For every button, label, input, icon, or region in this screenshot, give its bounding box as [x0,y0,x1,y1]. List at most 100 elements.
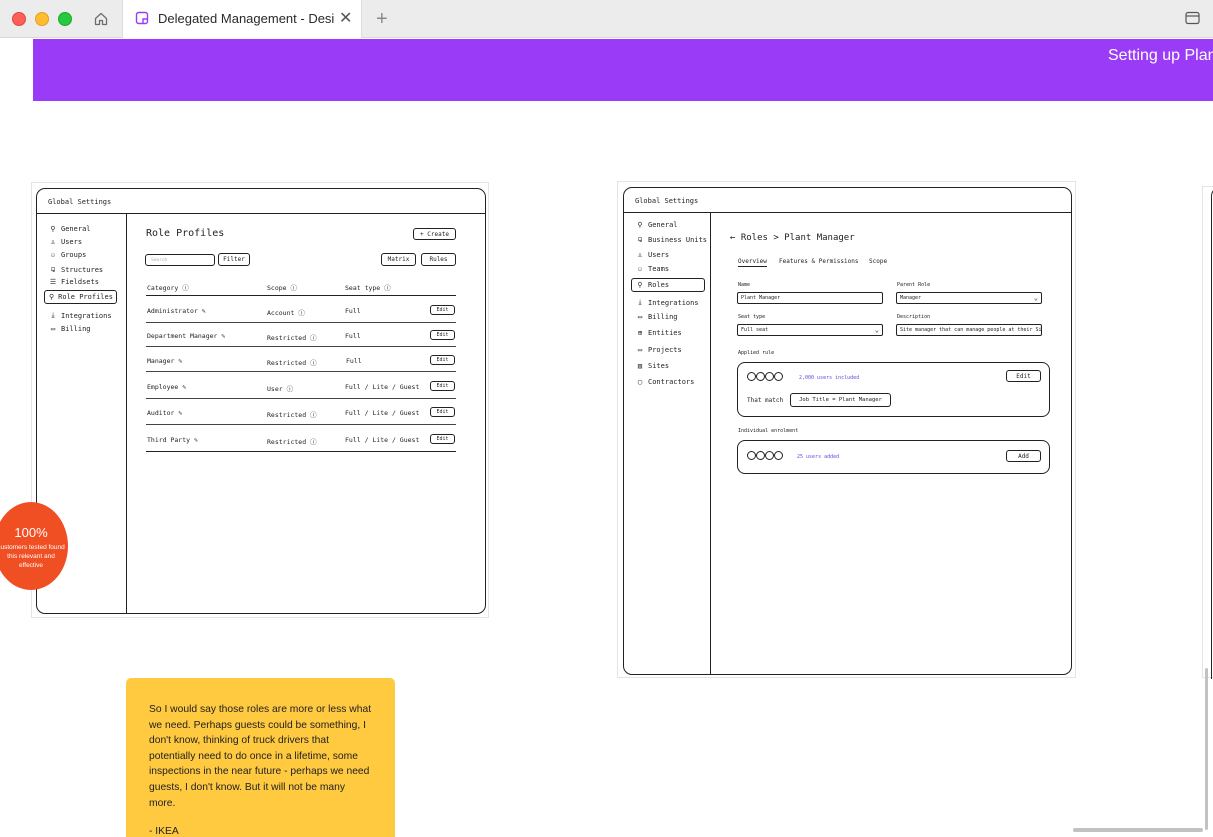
avatar [765,372,774,381]
parent-role-select[interactable]: Manager ⌄ [896,292,1042,304]
nav-contractors[interactable]: ▢ Contractors [636,378,694,386]
nav-fieldsets[interactable]: ☰ Fieldsets [49,278,99,286]
seat-type-select[interactable]: Full seat ⌄ [737,324,883,336]
pencil-icon[interactable]: ✎ [221,332,225,340]
info-icon: ⓘ [286,385,294,393]
nav-integrations[interactable]: ⤓ Integrations [636,298,698,307]
column-category: Category ⓘ [147,282,189,292]
nav-general[interactable]: ⚲ General [49,225,90,233]
description-field[interactable]: Site manager that can manage people at t… [896,324,1042,336]
pencil-icon[interactable]: ✎ [202,307,206,315]
tab-scope[interactable]: Scope [869,258,887,265]
row-scope: User ⓘ [267,383,293,393]
row-category: Manager ✎ [147,357,182,365]
edit-button[interactable]: Edit [430,305,455,315]
vertical-scrollbar[interactable] [1205,668,1208,830]
nav-business-units[interactable]: ⚼ Business Units [636,235,707,244]
individual-users-count[interactable]: 25 users added [797,454,839,460]
browser-tab[interactable]: Delegated Management - Design ✕ [122,0,362,38]
nav-sites[interactable]: ▥ Sites [636,362,669,370]
row-divider [146,424,456,425]
tab-overview[interactable]: Overview [738,258,767,267]
maximize-window-button[interactable] [58,12,72,26]
pencil-icon[interactable]: ✎ [178,409,182,417]
individual-enrolment-label: Individual enrolment [738,428,799,434]
nav-integrations[interactable]: ⤓ Integrations [49,311,111,320]
add-users-button[interactable]: Add [1006,450,1041,462]
nav-roles[interactable]: ⚲ Roles [631,278,705,292]
nav-groups[interactable]: ⚇ Groups [49,251,86,259]
sidebar-toggle-icon[interactable] [1185,11,1200,30]
edit-rule-button[interactable]: Edit [1006,370,1041,382]
nav-label: Sites [648,362,670,370]
search-icon: ⚲ [49,293,55,301]
info-icon: ⓘ [310,411,317,419]
horizontal-scrollbar[interactable] [1073,828,1203,832]
role-profiles-frame[interactable]: Global Settings ⚲ General ♙ Users ⚇ Groups … [31,182,489,618]
search-input[interactable]: Search [145,254,215,266]
info-icon: ⓘ [384,284,391,292]
row-scope: Restricted ⓘ [267,332,317,342]
applied-rule-card: 2,000 users included Edit That match Job… [737,362,1050,417]
matrix-button[interactable]: Matrix [381,253,416,266]
nav-users[interactable]: ♙ Users [636,251,669,259]
nav-billing[interactable]: ▭ Billing [636,313,678,321]
hierarchy-icon: ⚼ [637,235,643,243]
close-window-button[interactable] [12,12,26,26]
category-text: Administrator [147,307,198,315]
edit-button[interactable]: Edit [430,355,455,365]
nav-label: Role Profiles [58,293,113,301]
nav-projects[interactable]: ▭ Projects [636,346,682,354]
grid-icon: ⊞ [637,329,643,337]
avatar [747,372,756,381]
category-text: Department Manager [147,332,218,340]
nav-entities[interactable]: ⊞ Entities [636,329,682,337]
create-button[interactable]: + Create [413,228,456,240]
card-icon: ▭ [50,325,56,333]
pencil-icon[interactable]: ✎ [178,357,182,365]
role-detail-frame[interactable]: Global Settings ⚲ General ⚼ Business Units… [617,181,1076,678]
filter-button[interactable]: Filter [218,253,250,266]
new-tab-button[interactable]: + [376,9,388,29]
tab-features-permissions[interactable]: Features & Permissions [779,258,858,265]
scope-text: Restricted [267,438,307,446]
pencil-icon[interactable]: ✎ [194,436,198,444]
nav-structures[interactable]: ⚼ Structures [49,265,104,274]
partial-frame[interactable] [1202,186,1213,679]
sticky-note-author: - IKEA [149,826,179,837]
applied-rule-label: Applied rule [738,350,775,356]
rules-button[interactable]: Rules [421,253,456,266]
search-icon: ⚲ [637,281,643,289]
info-icon: ⓘ [298,309,305,317]
nav-teams[interactable]: ⚇ Teams [636,265,669,273]
nav-users[interactable]: ♙ Users [49,238,82,246]
download-icon: ⤓ [51,311,55,319]
pencil-icon[interactable]: ✎ [182,383,186,391]
home-icon[interactable] [89,7,113,31]
scope-text: Restricted [267,411,307,419]
figjam-file-icon [135,11,149,30]
sticky-note[interactable]: So I would say those roles are more or l… [126,678,395,837]
breadcrumb[interactable]: ← Roles > Plant Manager [730,233,855,243]
nav-general[interactable]: ⚲ General [636,221,677,229]
name-label: Name [738,282,751,288]
edit-button[interactable]: Edit [430,330,455,340]
rule-condition-chip[interactable]: Job Title = Plant Manager [790,393,891,407]
close-tab-icon[interactable]: ✕ [339,11,352,27]
edit-button[interactable]: Edit [430,434,455,444]
name-field[interactable]: Plant Manager [737,292,883,304]
edit-button[interactable]: Edit [430,381,455,391]
category-text: Manager [147,357,175,365]
nav-role-profiles[interactable]: ⚲ Role Profiles [44,290,117,304]
edit-button[interactable]: Edit [430,407,455,417]
nav-label: Entities [648,329,682,337]
applied-users-count[interactable]: 2,000 users included [799,375,859,381]
banner-title: Setting up Plan [1108,47,1213,64]
header-title: Global Settings [48,198,112,206]
group-icon: ⚇ [50,251,56,259]
column-scope: Scope ⓘ [267,282,297,292]
minimize-window-button[interactable] [35,12,49,26]
nav-billing[interactable]: ▭ Billing [49,325,91,333]
row-seat: Full [346,357,362,365]
individual-enrolment-card: 25 users added Add [737,440,1050,474]
